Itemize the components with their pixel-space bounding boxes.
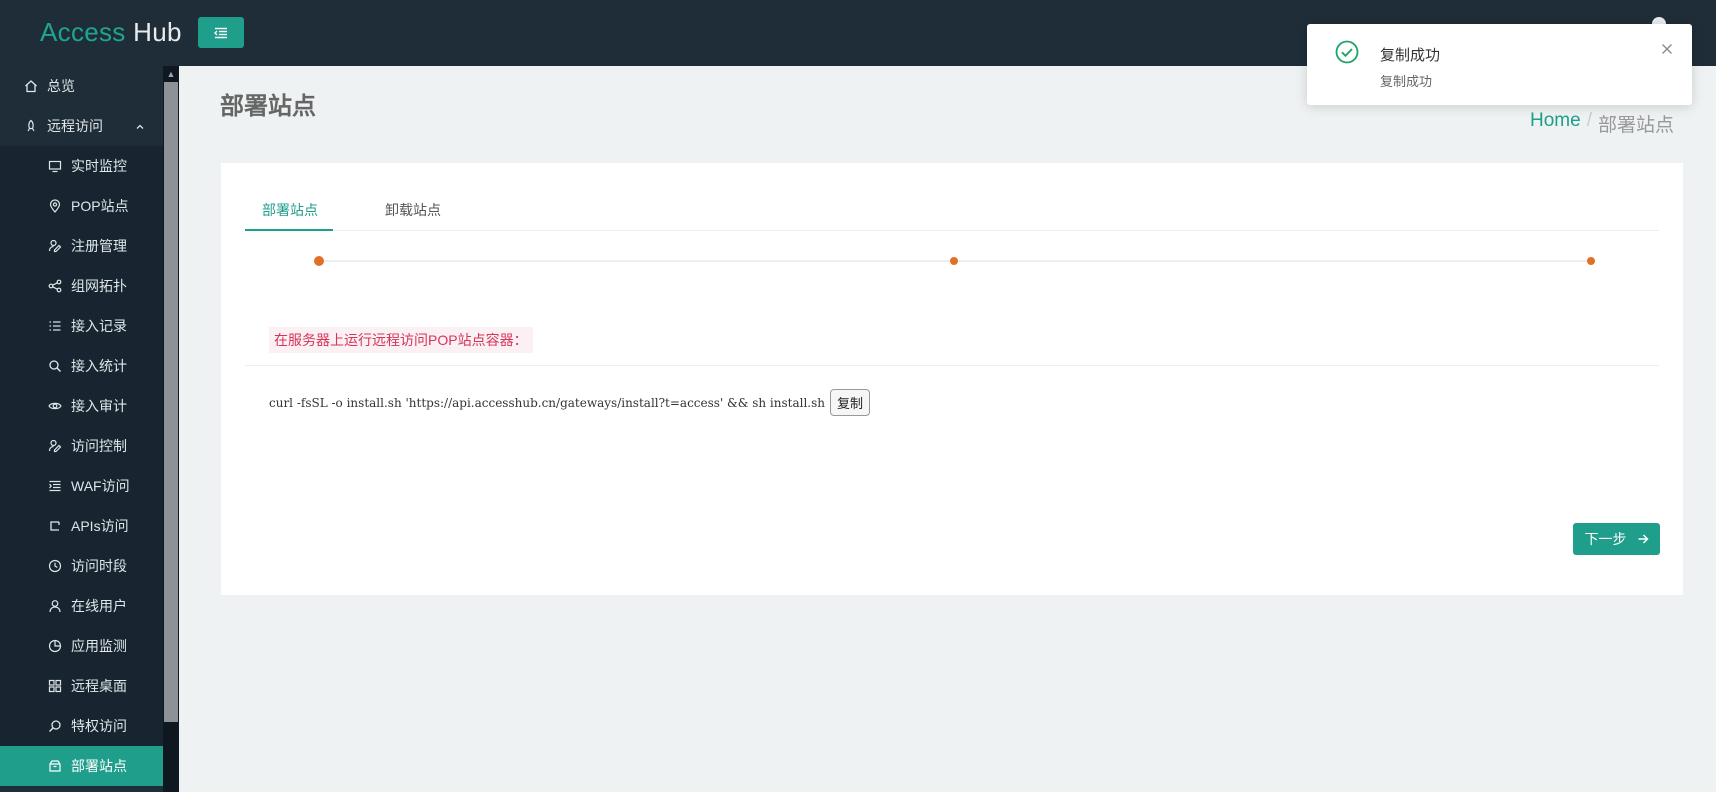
breadcrumb: Home / 部署站点: [1530, 110, 1674, 137]
active-tab-indicator: [245, 229, 333, 231]
sidebar-item-label: 总览: [47, 78, 75, 94]
clock-icon: [47, 558, 63, 574]
sidebar-item-label: 应用监测: [71, 638, 127, 654]
menu-indent-icon: [214, 27, 227, 38]
tab-deploy-site[interactable]: 部署站点: [262, 200, 318, 220]
breadcrumb-current: 部署站点: [1597, 115, 1674, 136]
sidebar-item-label: 远程桌面: [71, 678, 127, 694]
user-icon: [47, 598, 63, 614]
sidebar-item-label: 组网拓扑: [71, 278, 127, 294]
sidebar-item-access-audit[interactable]: 接入审计: [0, 386, 163, 426]
sidebar-item-waf-access[interactable]: WAF访问: [0, 466, 163, 506]
pie-chart-icon: [47, 638, 63, 654]
bracket-icon: [47, 518, 63, 534]
sidebar-item-access-time[interactable]: 访问时段: [0, 546, 163, 586]
sidebar-item-label: APIs访问: [71, 518, 129, 534]
grid-icon: [47, 678, 63, 694]
sidebar-item-pop-sites[interactable]: POP站点: [0, 186, 163, 226]
command-row: curl -fsSL -o install.sh 'https://api.ac…: [269, 389, 871, 416]
close-icon[interactable]: [1661, 42, 1673, 60]
sidebar-item-privileged-access[interactable]: 特权访问: [0, 706, 163, 746]
logo-hub-text: Hub: [133, 17, 182, 47]
share-icon: [47, 278, 63, 294]
step-dot-2: [950, 257, 958, 265]
toast-message: 复制成功: [1380, 74, 1433, 89]
sidebar-item-topology[interactable]: 组网拓扑: [0, 266, 163, 306]
sidebar-item-remote-desktop[interactable]: 远程桌面: [0, 666, 163, 706]
rocket-icon: [23, 118, 39, 134]
page-title: 部署站点: [220, 93, 316, 120]
sidebar-item-realtime-monitor[interactable]: 实时监控: [0, 146, 163, 186]
sidebar-item-access-control[interactable]: 访问控制: [0, 426, 163, 466]
app-logo[interactable]: Access Hub: [40, 17, 182, 48]
sidebar-toggle-button[interactable]: [198, 17, 244, 48]
next-step-button[interactable]: 下一步: [1573, 523, 1660, 555]
deploy-card: 部署站点 卸载站点 在服务器上运行远程访问POP站点容器： curl -fsSL…: [221, 163, 1683, 595]
map-pin-icon: [47, 198, 63, 214]
content-divider: [245, 365, 1659, 366]
monitor-icon: [47, 158, 63, 174]
breadcrumb-separator: /: [1586, 110, 1592, 131]
indent-icon: [47, 478, 63, 494]
eye-icon: [47, 398, 63, 414]
sidebar-item-online-users[interactable]: 在线用户: [0, 586, 163, 626]
tab-uninstall-site[interactable]: 卸载站点: [385, 200, 441, 220]
sidebar-item-apis-access[interactable]: APIs访问: [0, 506, 163, 546]
check-circle-icon: [1335, 40, 1359, 69]
search-icon: [47, 358, 63, 374]
sidebar-item-access-log[interactable]: 接入记录: [0, 306, 163, 346]
step-dot-1: [314, 256, 324, 266]
sidebar-item-access-stats[interactable]: 接入统计: [0, 346, 163, 386]
breadcrumb-home-link[interactable]: Home: [1530, 110, 1581, 137]
logo-access-text: Access: [40, 17, 126, 47]
step-dot-3: [1587, 257, 1595, 265]
sidebar-item-registration[interactable]: 注册管理: [0, 226, 163, 266]
toast-title: 复制成功: [1380, 47, 1441, 64]
arrow-right-icon: [1638, 534, 1648, 544]
key-search-icon: [47, 718, 63, 734]
tab-bar: 部署站点 卸载站点: [245, 163, 1659, 231]
sidebar-item-remote-access[interactable]: 远程访问: [0, 106, 163, 146]
sidebar-item-overview[interactable]: 总览: [0, 66, 163, 106]
sidebar-item-deploy-site[interactable]: 部署站点: [0, 746, 163, 786]
sidebar-item-label: 接入统计: [71, 358, 127, 374]
copy-button[interactable]: 复制: [830, 389, 871, 416]
sidebar-item-label: 注册管理: [71, 238, 127, 254]
success-toast: 复制成功 复制成功: [1307, 24, 1692, 105]
list-icon: [47, 318, 63, 334]
scrollbar-thumb[interactable]: [164, 82, 178, 722]
sidebar-item-label: 远程访问: [47, 118, 103, 134]
sidebar-item-label: 访问控制: [71, 438, 127, 454]
sidebar: 总览 远程访问 实时监控 POP站点 注册管理 组网拓扑 接入记录 接入统计 接…: [0, 66, 179, 792]
sidebar-item-label: 接入记录: [71, 318, 127, 334]
install-command-text[interactable]: curl -fsSL -o install.sh 'https://api.ac…: [269, 396, 825, 410]
box-icon: [47, 758, 63, 774]
command-label: 在服务器上运行远程访问POP站点容器：: [269, 327, 533, 353]
home-icon: [23, 78, 39, 94]
sidebar-scrollbar[interactable]: ▲: [163, 66, 179, 792]
next-step-label: 下一步: [1584, 531, 1627, 547]
user-edit-icon: [47, 438, 63, 454]
sidebar-item-label: 接入审计: [71, 398, 127, 414]
sidebar-item-label: POP站点: [71, 198, 129, 214]
sidebar-item-label: 实时监控: [71, 158, 127, 174]
sidebar-item-label: 特权访问: [71, 718, 127, 734]
sidebar-item-app-monitor[interactable]: 应用监测: [0, 626, 163, 666]
chevron-up-icon: [135, 119, 145, 135]
scroll-up-arrow-icon[interactable]: ▲: [163, 66, 179, 82]
sidebar-item-label: 部署站点: [71, 758, 127, 774]
user-edit-icon: [47, 238, 63, 254]
sidebar-item-label: 访问时段: [71, 558, 127, 574]
sidebar-item-label: 在线用户: [71, 598, 127, 614]
sidebar-item-label: WAF访问: [71, 478, 130, 494]
